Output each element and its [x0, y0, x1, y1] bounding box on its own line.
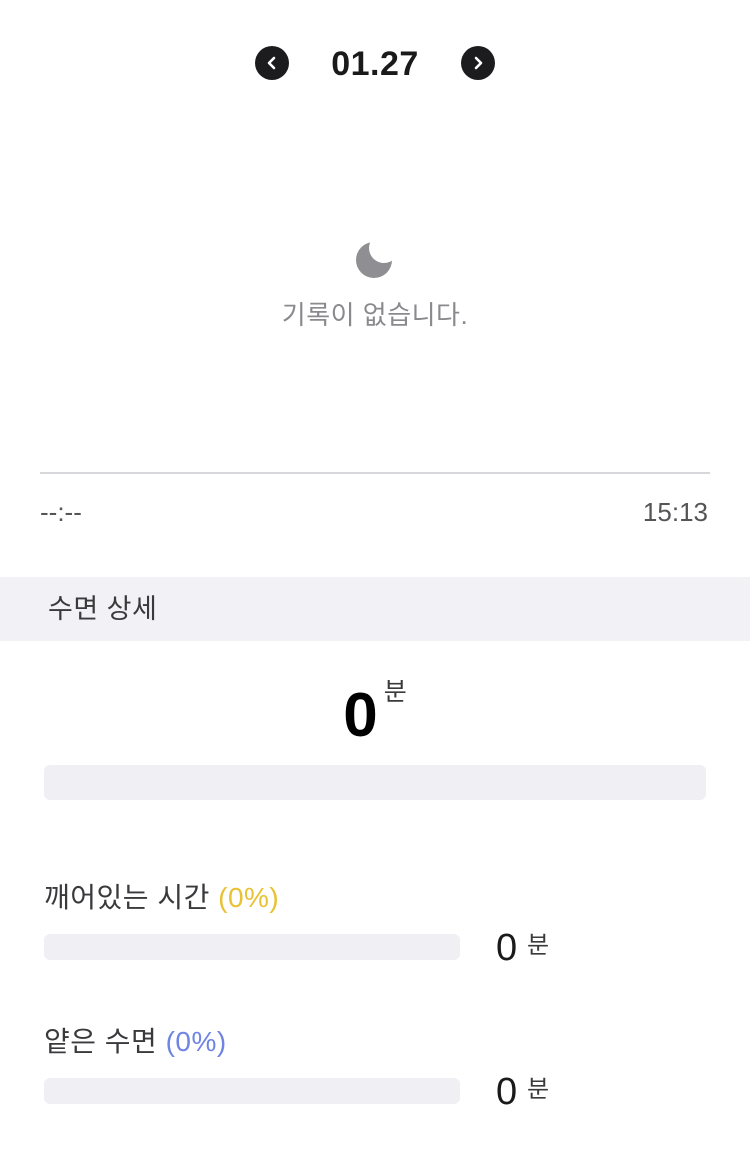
previous-date-button[interactable]	[255, 46, 289, 80]
total-sleep-bar	[44, 765, 706, 800]
stage-light-percent: (0%)	[165, 1026, 227, 1057]
stage-awake-label-row: 깨어있는 시간 (0%)	[44, 878, 279, 918]
timeline-axis	[40, 472, 710, 474]
chevron-left-icon	[267, 56, 276, 70]
stage-light-bar	[44, 1078, 460, 1104]
timeline-start-time: --:--	[40, 497, 82, 527]
stage-awake-bar	[44, 934, 460, 960]
chevron-right-icon	[474, 56, 483, 70]
total-sleep-value: 0	[343, 680, 378, 750]
empty-message: 기록이 없습니다.	[281, 300, 469, 330]
moon-icon	[356, 242, 392, 278]
total-sleep-unit: 분	[383, 678, 407, 706]
stage-awake-value: 0	[496, 927, 518, 969]
date-navigation: 01.27	[0, 36, 750, 88]
empty-state: 기록이 없습니다.	[0, 235, 750, 332]
timeline-end-time: 15:13	[642, 497, 708, 527]
stage-awake-label: 깨어있는 시간	[44, 882, 210, 913]
stage-awake-unit: 분	[527, 932, 550, 959]
next-date-button[interactable]	[461, 46, 495, 80]
stage-light-unit: 분	[527, 1076, 550, 1103]
stage-awake-percent: (0%)	[218, 882, 280, 913]
stage-light-value: 0	[496, 1071, 518, 1113]
stage-light-label-row: 얕은 수면 (0%)	[44, 1022, 227, 1062]
total-sleep: 0분	[0, 672, 750, 754]
section-title: 수면 상세	[48, 594, 158, 624]
date-label: 01.27	[331, 45, 419, 83]
stage-light-label: 얕은 수면	[44, 1026, 158, 1057]
sleep-detail-section-header: 수면 상세	[0, 577, 750, 641]
